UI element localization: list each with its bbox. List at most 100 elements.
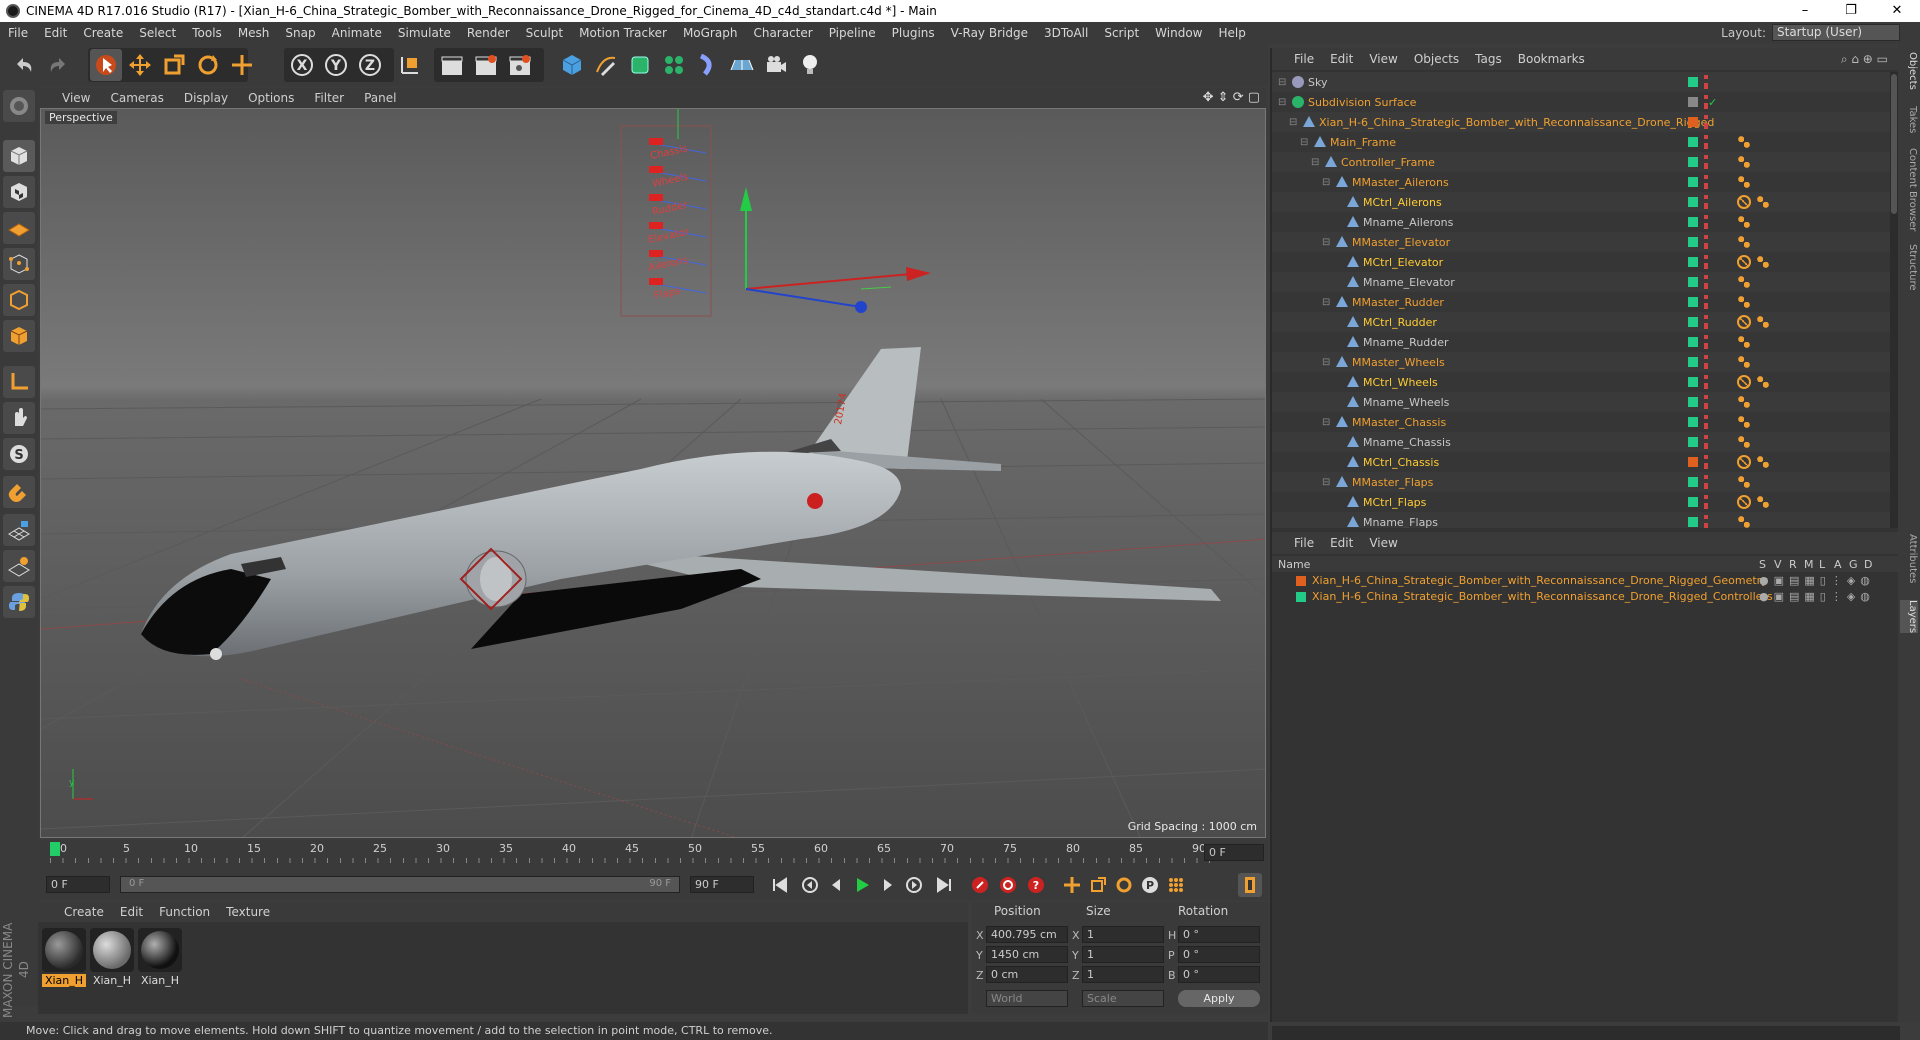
material-menu-function[interactable]: Function <box>151 905 218 919</box>
layer-color-indicator[interactable] <box>1688 77 1698 87</box>
viewport-menu-panel[interactable]: Panel <box>354 91 406 105</box>
viewport-menu-options[interactable]: Options <box>238 91 304 105</box>
expand-toggle[interactable]: ⊟ <box>1322 297 1330 308</box>
solo-button[interactable]: S <box>3 438 35 470</box>
goto-start-button[interactable] <box>768 873 792 897</box>
object-manager-scrollbar[interactable] <box>1890 72 1898 528</box>
apply-button[interactable]: Apply <box>1178 990 1260 1007</box>
menu-window[interactable]: Window <box>1147 26 1210 40</box>
layer-color-indicator[interactable] <box>1688 417 1698 427</box>
object-row[interactable]: MCtrl_Flaps <box>1272 492 1890 512</box>
object-row[interactable]: ⊟ MMaster_Wheels <box>1272 352 1890 372</box>
constraint-tag-icon[interactable] <box>1737 135 1751 149</box>
workplane-mode-button[interactable] <box>3 212 35 244</box>
visibility-dots-icon[interactable] <box>1704 175 1708 189</box>
layer-color-indicator[interactable] <box>1688 437 1698 447</box>
material-swatch[interactable]: Xian_H <box>138 928 182 987</box>
layer-menu-file[interactable]: File <box>1286 536 1322 550</box>
tab-content-browser[interactable]: Content Browser <box>1900 148 1918 231</box>
scrollbar-thumb[interactable] <box>1891 74 1897 214</box>
layer-color-indicator[interactable] <box>1688 477 1698 487</box>
menu-mograph[interactable]: MoGraph <box>675 26 746 40</box>
layer-row[interactable]: Xian_H-6_China_Strategic_Bomber_with_Rec… <box>1272 590 1900 605</box>
layer-color-indicator[interactable] <box>1688 197 1698 207</box>
key-parameter-button[interactable]: P <box>1138 873 1162 897</box>
layer-color-indicator[interactable] <box>1688 497 1698 507</box>
object-row[interactable]: ⊟ Subdivision Surface ✓ <box>1272 92 1890 112</box>
tab-objects[interactable]: Objects <box>1900 52 1918 90</box>
visibility-dots-icon[interactable] <box>1704 275 1708 289</box>
constraint-tag-icon[interactable] <box>1737 475 1751 489</box>
object-row[interactable]: ⊟ MMaster_Elevator <box>1272 232 1890 252</box>
object-row[interactable]: MCtrl_Wheels <box>1272 372 1890 392</box>
object-menu-file[interactable]: File <box>1286 52 1322 66</box>
axis-mode-button[interactable] <box>3 366 35 398</box>
object-row[interactable]: Mname_Chassis <box>1272 432 1890 452</box>
layer-color-indicator[interactable] <box>1688 157 1698 167</box>
object-name[interactable]: Mname_Rudder <box>1363 336 1449 349</box>
menu-snap[interactable]: Snap <box>277 26 323 40</box>
object-name[interactable]: MCtrl_Wheels <box>1363 376 1438 389</box>
key-rotation-button[interactable] <box>1112 873 1136 897</box>
constraint-tag-icon[interactable] <box>1756 315 1770 329</box>
layer-color-indicator[interactable] <box>1688 137 1698 147</box>
visibility-dots-icon[interactable] <box>1704 195 1708 209</box>
visibility-dots-icon[interactable] <box>1704 395 1708 409</box>
object-row[interactable]: ⊟ MMaster_Ailerons <box>1272 172 1890 192</box>
object-row[interactable]: ⊟ MMaster_Chassis <box>1272 412 1890 432</box>
tab-structure[interactable]: Structure <box>1900 244 1918 291</box>
subdivision-generator-button[interactable] <box>624 49 656 81</box>
position-z-field[interactable]: 0 cm <box>986 966 1068 983</box>
key-scale-button[interactable] <box>1086 873 1110 897</box>
constraint-tag-icon[interactable] <box>1737 295 1751 309</box>
viewport-menu-cameras[interactable]: Cameras <box>100 91 173 105</box>
menu-script[interactable]: Script <box>1096 26 1147 40</box>
expand-toggle[interactable]: ⊟ <box>1289 117 1297 128</box>
object-row[interactable]: Mname_Ailerons <box>1272 212 1890 232</box>
object-name[interactable]: Main_Frame <box>1330 136 1396 149</box>
layer-color-indicator[interactable] <box>1688 97 1698 107</box>
object-row[interactable]: Mname_Elevator <box>1272 272 1890 292</box>
layer-color-indicator[interactable] <box>1688 237 1698 247</box>
object-name[interactable]: MCtrl_Elevator <box>1363 256 1443 269</box>
layer-color-indicator[interactable] <box>1688 297 1698 307</box>
viewport-menu-view[interactable]: View <box>52 91 100 105</box>
autokey-button[interactable] <box>996 873 1020 897</box>
move-tool-button[interactable] <box>124 49 156 81</box>
menu-animate[interactable]: Animate <box>324 26 390 40</box>
timeline-window-button[interactable] <box>1238 873 1262 897</box>
object-menu-edit[interactable]: Edit <box>1322 52 1361 66</box>
close-button[interactable]: ✕ <box>1874 0 1920 22</box>
previous-frame-button[interactable] <box>824 873 848 897</box>
constraint-tag-icon[interactable] <box>1756 495 1770 509</box>
constraint-tag-icon[interactable] <box>1756 455 1770 469</box>
next-key-button[interactable] <box>902 873 926 897</box>
object-menu-tags[interactable]: Tags <box>1467 52 1510 66</box>
visibility-dots-icon[interactable] <box>1704 415 1708 429</box>
object-name[interactable]: Xian_H-6_China_Strategic_Bomber_with_Rec… <box>1319 116 1714 129</box>
next-frame-button[interactable] <box>876 873 900 897</box>
protection-tag-icon[interactable] <box>1737 255 1751 269</box>
protection-tag-icon[interactable] <box>1737 375 1751 389</box>
texture-mode-button[interactable] <box>3 176 35 208</box>
frame-range-slider[interactable]: 0 F 90 F <box>120 876 680 893</box>
object-name[interactable]: MMaster_Flaps <box>1352 476 1433 489</box>
layer-color-indicator[interactable] <box>1688 457 1698 467</box>
object-menu-bookmarks[interactable]: Bookmarks <box>1510 52 1593 66</box>
layer-color-indicator[interactable] <box>1688 277 1698 287</box>
expand-toggle[interactable]: ⊟ <box>1278 97 1286 108</box>
layout-select[interactable]: Startup (User) <box>1772 24 1900 41</box>
layer-color-indicator[interactable] <box>1688 177 1698 187</box>
position-y-field[interactable]: 1450 cm <box>986 946 1068 963</box>
model-mode-button[interactable] <box>3 140 35 172</box>
expand-toggle[interactable]: ⊟ <box>1322 477 1330 488</box>
menu-edit[interactable]: Edit <box>36 26 75 40</box>
constraint-tag-icon[interactable] <box>1737 435 1751 449</box>
3d-viewport[interactable]: 20174 Chassis Wheels Rudder Elevator Ail… <box>40 108 1266 838</box>
x-axis-lock-button[interactable]: X <box>286 49 318 81</box>
layer-color-indicator[interactable] <box>1688 117 1698 127</box>
object-row[interactable]: ⊟ MMaster_Flaps <box>1272 472 1890 492</box>
undo-button[interactable] <box>8 49 40 81</box>
material-menu-create[interactable]: Create <box>56 905 112 919</box>
rotation-h-field[interactable]: 0 ° <box>1178 926 1260 943</box>
